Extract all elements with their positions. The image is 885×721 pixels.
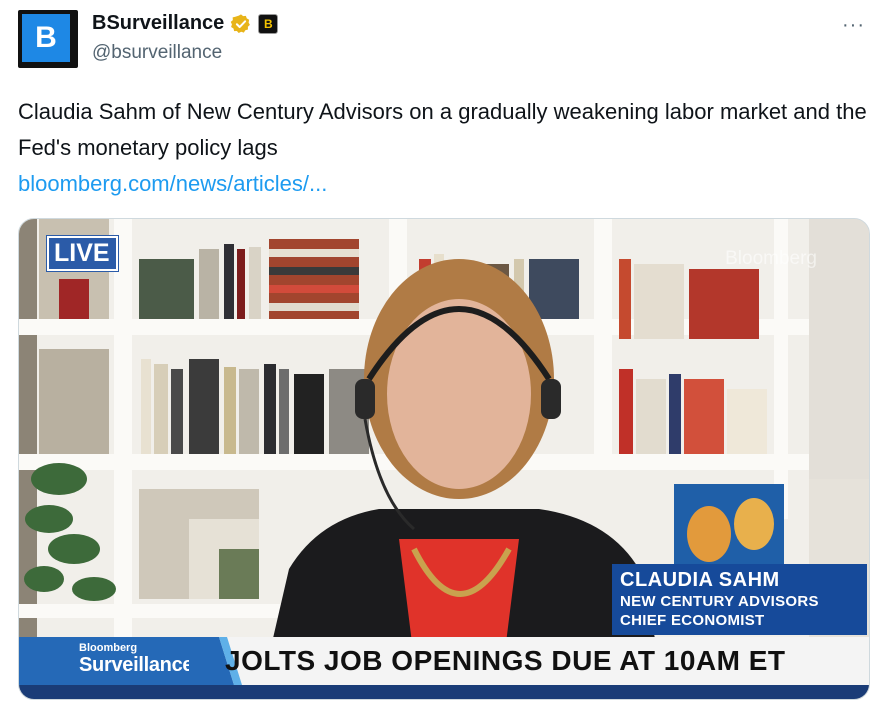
tweet-body: Claudia Sahm of New Century Advisors on … — [18, 94, 868, 202]
show-brand-name: Surveillance — [79, 654, 194, 676]
tweet-link[interactable]: bloomberg.com/news/articles/... — [18, 166, 868, 202]
tweet-text: Claudia Sahm of New Century Advisors on … — [18, 99, 867, 160]
guest-name: CLAUDIA SAHM — [620, 569, 780, 591]
display-name[interactable]: BSurveillance — [92, 12, 224, 35]
affiliate-letter: B — [263, 16, 273, 31]
ticker-strip — [19, 685, 869, 699]
headline-bar: Bloomberg Surveillance JOLTS JOB OPENING… — [19, 637, 869, 685]
account-handle[interactable]: @bsurveillance — [92, 42, 222, 64]
more-options-icon[interactable]: ··· — [842, 14, 865, 37]
tweet-header: B BSurveillance B @bsurveillance ··· — [18, 10, 867, 70]
live-badge: LIVE — [47, 236, 118, 271]
affiliate-badge-icon[interactable]: B — [258, 13, 279, 34]
name-row: BSurveillance B — [92, 12, 279, 35]
account-avatar[interactable]: B — [18, 10, 78, 68]
guest-lower-third: CLAUDIA SAHM NEW CENTURY ADVISORS CHIEF … — [612, 564, 867, 635]
guest-org: NEW CENTURY ADVISORS — [620, 593, 819, 610]
video-watermark: Bloomberg — [725, 248, 817, 269]
avatar-logo: B — [22, 14, 70, 62]
headline-text: JOLTS JOB OPENINGS DUE AT 10AM ET — [225, 645, 786, 676]
avatar-letter: B — [35, 21, 57, 54]
video-player[interactable]: LIVE Bloomberg CLAUDIA SAHM NEW CENTURY … — [18, 218, 870, 700]
guest-title: CHIEF ECONOMIST — [620, 612, 765, 629]
show-brand-small: Bloomberg — [79, 642, 138, 654]
verified-badge-icon[interactable] — [230, 13, 252, 35]
